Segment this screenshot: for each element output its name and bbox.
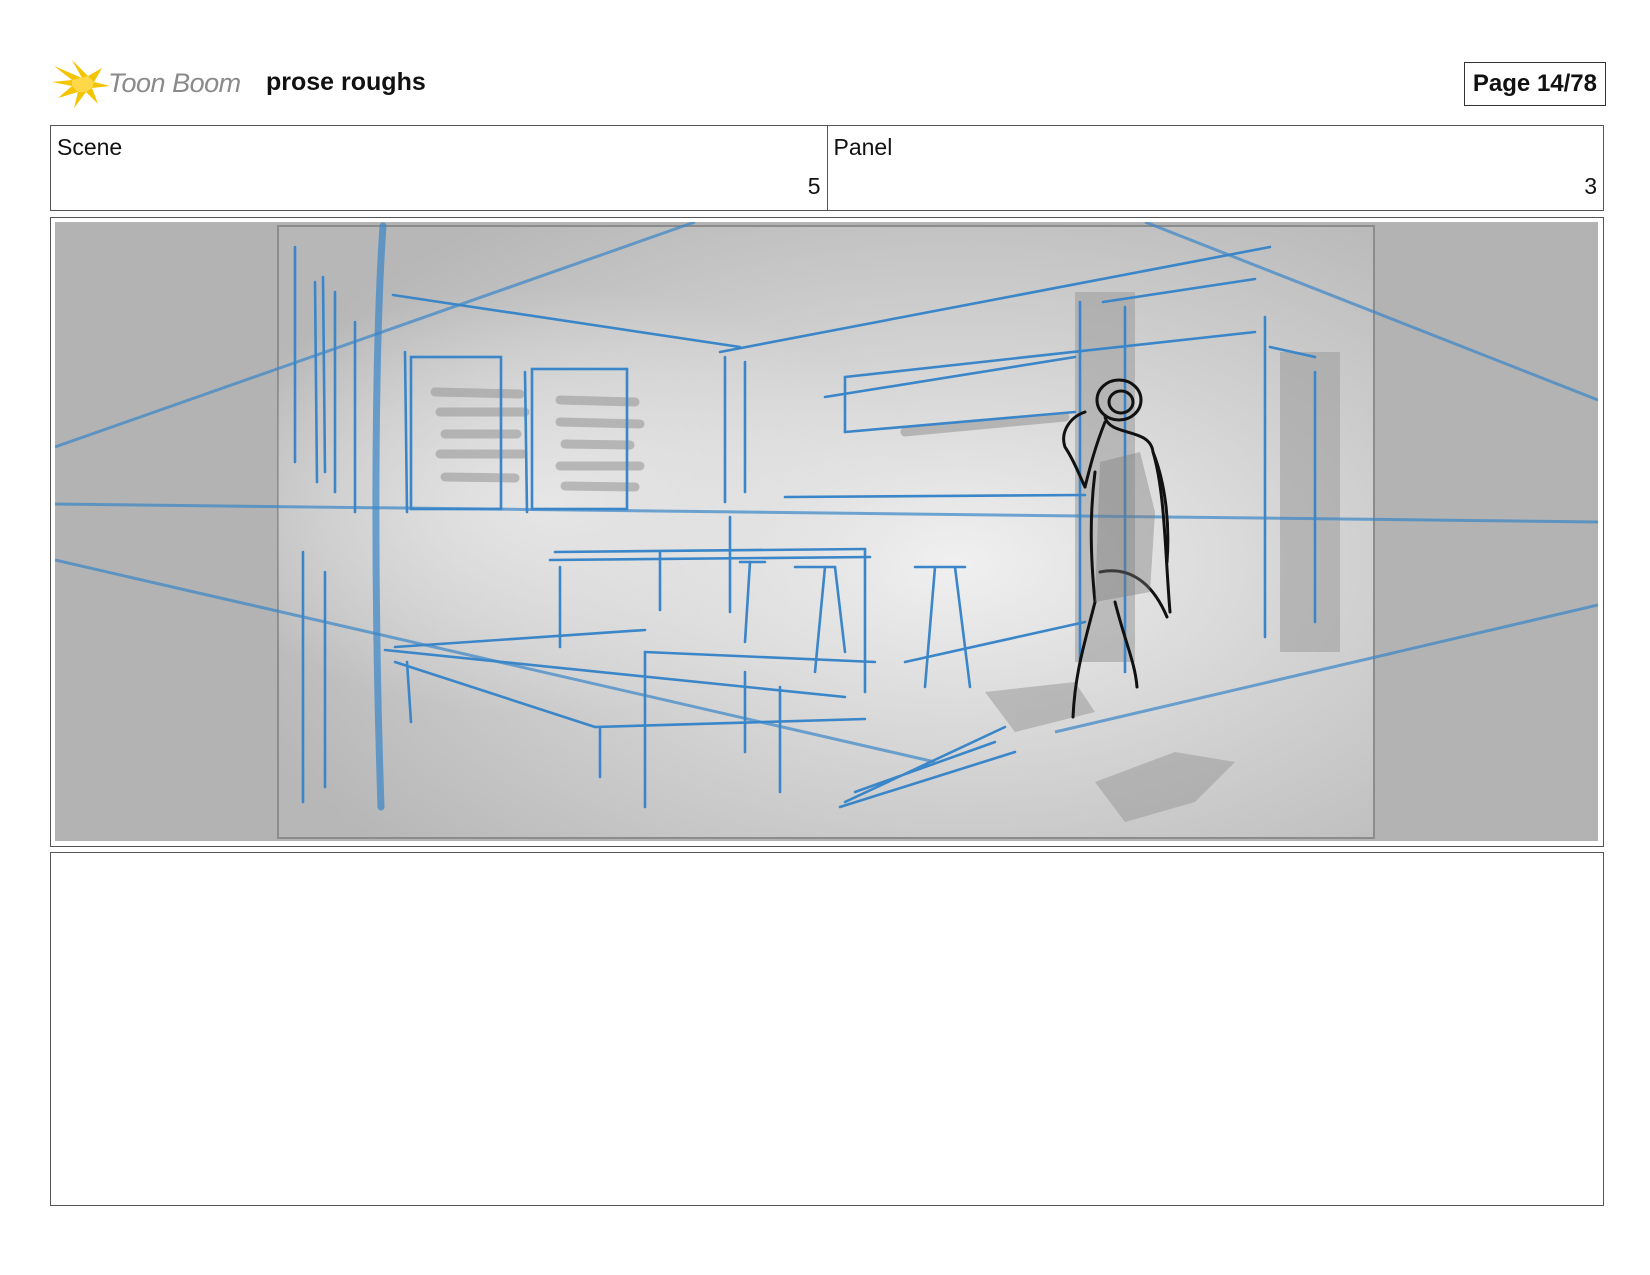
page-header: Toon Boom prose roughs Page 14/78 — [52, 56, 1606, 112]
project-title: prose roughs — [266, 68, 426, 96]
panel-notes-box — [50, 852, 1604, 1206]
storyboard-panel-frame — [50, 217, 1604, 847]
page-number: Page 14/78 — [1463, 62, 1606, 106]
panel-value: 3 — [1584, 173, 1597, 199]
toon-boom-star-icon — [52, 60, 110, 108]
logo-wordmark: Toon Boom — [108, 68, 241, 98]
storyboard-sketch — [55, 222, 1598, 841]
scene-label: Scene — [57, 134, 123, 160]
scene-value: 5 — [807, 173, 821, 199]
toon-boom-logo: Toon Boom — [52, 58, 252, 110]
panel-cell: Panel 3 — [826, 126, 1604, 210]
panel-label: Panel — [833, 134, 893, 160]
scene-cell: Scene 5 — [51, 126, 827, 210]
scene-panel-info: Scene 5 Panel 3 — [50, 125, 1604, 211]
